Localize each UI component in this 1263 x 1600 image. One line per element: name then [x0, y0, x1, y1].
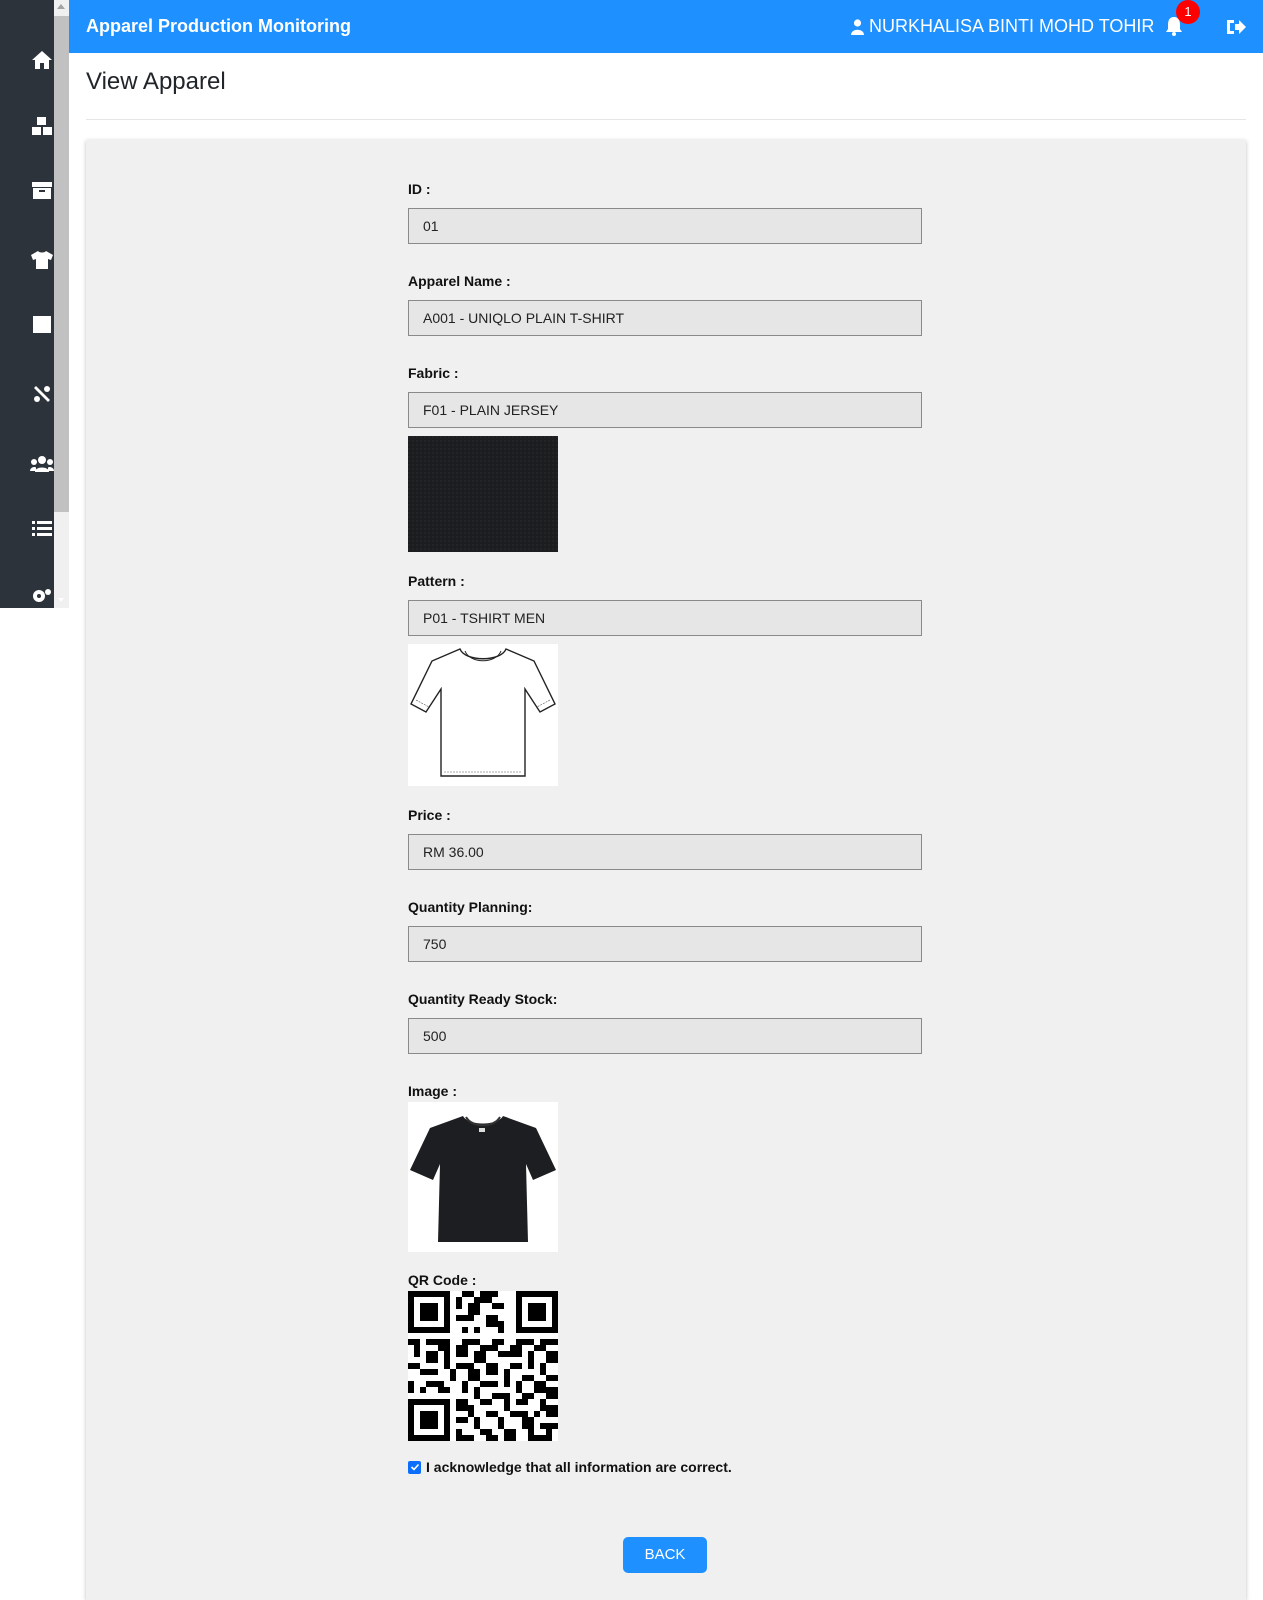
pattern-field[interactable]: P01 - TSHIRT MEN [408, 600, 922, 636]
back-button[interactable]: BACK [623, 1537, 707, 1573]
list-icon[interactable] [30, 516, 54, 540]
caret-down-icon[interactable] [58, 598, 64, 602]
scrollbar-thumb[interactable] [54, 16, 69, 512]
checkmark-icon [410, 1463, 419, 1471]
square-icon[interactable] [30, 312, 54, 336]
quantity-planning-field[interactable]: 750 [408, 926, 922, 962]
pattern-label: Pattern : [408, 573, 465, 589]
apparel-image [408, 1102, 558, 1252]
logout-icon[interactable] [1225, 16, 1247, 38]
quantity-planning-label: Quantity Planning: [408, 899, 533, 915]
home-icon[interactable] [30, 48, 54, 72]
fabric-label: Fabric : [408, 365, 459, 381]
acknowledge-row: I acknowledge that all information are c… [408, 1459, 732, 1475]
tools-icon[interactable] [30, 382, 54, 406]
acknowledge-checkbox[interactable] [408, 1460, 421, 1474]
pattern-tshirt-image [408, 644, 558, 786]
sidebar [0, 0, 54, 608]
acknowledge-label[interactable]: I acknowledge that all information are c… [426, 1459, 732, 1475]
quantity-ready-stock-field[interactable]: 500 [408, 1018, 922, 1054]
price-field[interactable]: RM 36.00 [408, 834, 922, 870]
divider [86, 119, 1246, 120]
qr-code-image [408, 1291, 558, 1441]
top-navbar: Apparel Production Monitoring NURKHALISA… [69, 0, 1263, 53]
id-label: ID : [408, 181, 431, 197]
apparel-name-label: Apparel Name : [408, 273, 511, 289]
tshirt-icon[interactable] [30, 248, 54, 272]
gears-icon[interactable] [30, 584, 54, 608]
archive-icon[interactable] [30, 178, 54, 202]
user-icon [851, 18, 864, 35]
scroll-up-icon[interactable] [57, 4, 65, 9]
fabric-field[interactable]: F01 - PLAIN JERSEY [408, 392, 922, 428]
qr-code-label: QR Code : [408, 1272, 477, 1288]
fabric-swatch-image [408, 436, 558, 552]
apparel-name-field[interactable]: A001 - UNIQLO PLAIN T-SHIRT [408, 300, 922, 336]
user-menu[interactable]: NURKHALISA BINTI MOHD TOHIR [851, 16, 1154, 37]
app-title[interactable]: Apparel Production Monitoring [86, 16, 351, 37]
sidebar-scrollbar[interactable] [54, 0, 69, 608]
image-label: Image : [408, 1083, 458, 1099]
page-title: View Apparel [86, 68, 226, 95]
users-icon[interactable] [30, 452, 54, 476]
id-field[interactable]: 01 [408, 208, 922, 244]
notification-badge[interactable]: 1 [1176, 0, 1200, 24]
boxes-icon[interactable] [30, 114, 54, 138]
apparel-card [86, 140, 1246, 1600]
quantity-ready-stock-label: Quantity Ready Stock: [408, 991, 558, 1007]
price-label: Price : [408, 807, 451, 823]
user-name: NURKHALISA BINTI MOHD TOHIR [869, 16, 1155, 36]
